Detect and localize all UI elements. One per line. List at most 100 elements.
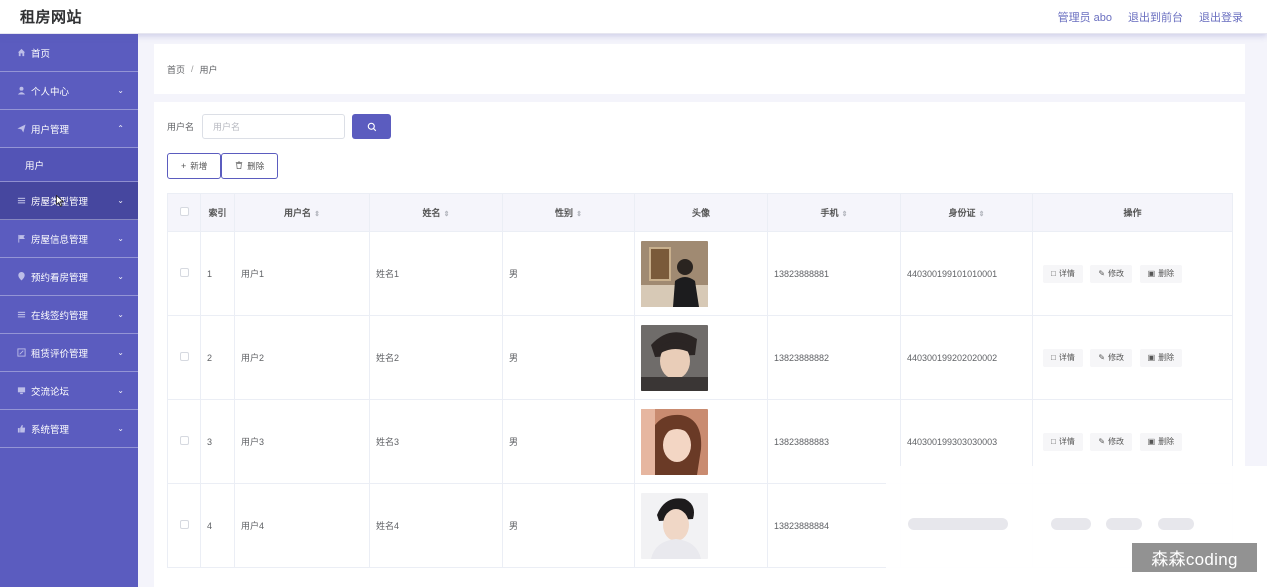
delete-button[interactable]: ▣ 删除 [1139,264,1183,283]
sidebar-subitem-users[interactable]: 用户 [0,148,138,182]
avatar-image [641,240,708,307]
sidebar-item-online-contract[interactable]: 在线签约管理 ⌄ [0,296,138,334]
plus-icon: + [181,161,187,171]
row-checkbox[interactable] [167,231,201,316]
cell-username: 用户3 [234,399,370,484]
column-header-gender[interactable]: 性别 ⇕ [502,193,635,232]
document-icon: □ [1051,269,1056,278]
sidebar-item-user-management[interactable]: 用户管理 ⌃ [0,110,138,148]
document-icon: □ [1051,353,1056,362]
cell-index: 2 [200,315,235,400]
list-icon [15,196,27,205]
cell-avatar [634,231,768,316]
top-header: 租房网站 管理员 abo 退出到前台 退出登录 [0,0,1267,34]
breadcrumb-separator: / [191,64,194,74]
sidebar-item-personal-center[interactable]: 个人中心 ⌄ [0,72,138,110]
monitor-icon [15,386,27,395]
row-checkbox[interactable] [167,399,201,484]
logout-link[interactable]: 退出登录 [1199,9,1243,25]
sidebar-item-rental-review[interactable]: 租赁评价管理 ⌄ [0,334,138,372]
cell-phone: 13823888882 [767,315,901,400]
sidebar-item-system-management[interactable]: 系统管理 ⌄ [0,410,138,448]
select-all-checkbox[interactable] [167,193,201,232]
delete-button[interactable]: ▣ 删除 [1139,348,1183,367]
cell-id-card: 440300199101010001 [900,231,1033,316]
cell-name: 姓名4 [369,483,503,568]
sort-icon[interactable]: ⇕ [979,211,985,218]
sort-icon[interactable]: ⇕ [444,211,450,218]
sort-icon[interactable]: ⇕ [576,211,582,218]
edit-icon: ✎ [1098,437,1106,446]
column-header-actions: 操作 [1032,193,1233,232]
admin-user-label[interactable]: 管理员 abo [1058,9,1112,25]
sort-icon[interactable]: ⇕ [314,211,320,218]
chevron-down-icon: ⌄ [117,310,124,319]
breadcrumb-home[interactable]: 首页 [167,63,185,76]
sidebar-subitem-label: 用户 [25,160,45,172]
action-toolbar: + 新增 删除 [167,153,279,179]
sidebar-item-house-info[interactable]: 房屋信息管理 ⌄ [0,220,138,258]
chevron-up-icon: ⌃ [117,124,124,133]
column-header-name[interactable]: 姓名 ⇕ [369,193,503,232]
sidebar-item-label: 系统管理 [31,424,70,436]
column-header-phone[interactable]: 手机 ⇕ [767,193,901,232]
sidebar-item-viewing-appointment[interactable]: 预约看房管理 ⌄ [0,258,138,296]
cell-phone: 13823888881 [767,231,901,316]
sidebar-item-label: 交流论坛 [31,386,70,398]
trash-icon: ▣ [1147,353,1156,362]
flag-icon [15,234,27,243]
trash-icon: ▣ [1147,269,1156,278]
cell-actions: □ 详情 ✎ 修改 ▣ 删除 [1032,231,1233,316]
row-checkbox[interactable] [167,483,201,568]
delete-button-label: 删除 [247,161,265,171]
delete-button[interactable]: ▣ 删除 [1139,432,1183,451]
sidebar-item-home[interactable]: 首页 [0,34,138,72]
column-header-id-card[interactable]: 身份证 ⇕ [900,193,1033,232]
back-to-front-link[interactable]: 退出到前台 [1128,9,1183,25]
trash-icon: ▣ [1147,437,1156,446]
blurred-button [1106,518,1142,530]
cell-avatar [634,483,768,568]
chevron-down-icon: ⌄ [117,272,124,281]
sidebar-item-label: 租赁评价管理 [31,348,89,360]
checkbox-icon [179,436,189,445]
column-header-avatar: 头像 [634,193,768,232]
add-button[interactable]: + 新增 [167,153,222,179]
sidebar: 首页 个人中心 ⌄ 用户管理 ⌃ 用户 房屋类型管理 ⌄ 房屋信息管理 ⌄ 预 [0,34,138,587]
cell-gender: 男 [502,399,635,484]
user-icon [15,86,27,95]
site-brand: 租房网站 [20,9,83,26]
sort-icon[interactable]: ⇕ [842,211,848,218]
blurred-button [1158,518,1194,530]
sidebar-item-label: 首页 [31,48,51,60]
edit-button[interactable]: ✎ 修改 [1090,348,1133,367]
table-row: 2 用户2 姓名2 男 13823888882 4403001992020200… [167,315,1233,400]
edit-button[interactable]: ✎ 修改 [1090,264,1133,283]
table-header-row: 索引 用户名 ⇕ 姓名 ⇕ 性别 ⇕ 头像 手机 ⇕ 身份证 ⇕ 操作 [167,193,1233,232]
chevron-down-icon: ⌄ [117,234,124,243]
edit-button[interactable]: ✎ 修改 [1090,432,1133,451]
detail-button[interactable]: □ 详情 [1043,348,1083,367]
row-checkbox[interactable] [167,315,201,400]
batch-delete-button[interactable]: 删除 [221,153,279,179]
cell-avatar [634,399,768,484]
mouse-cursor-icon [56,195,64,207]
home-icon [15,48,27,57]
column-header-username[interactable]: 用户名 ⇕ [234,193,370,232]
search-button[interactable] [352,114,392,139]
cell-phone: 13823888884 [767,483,901,568]
cell-actions: □ 详情 ✎ 修改 ▣ 删除 [1032,315,1233,400]
search-input[interactable] [202,114,346,139]
sidebar-item-forum[interactable]: 交流论坛 ⌄ [0,372,138,410]
sidebar-item-house-type[interactable]: 房屋类型管理 ⌄ [0,182,138,220]
column-header-index: 索引 [200,193,235,232]
cell-index: 4 [200,483,235,568]
list-icon [15,310,27,319]
cell-username: 用户1 [234,231,370,316]
detail-button[interactable]: □ 详情 [1043,264,1083,283]
search-icon [367,122,376,131]
watermark: 森森coding [1132,543,1257,572]
add-button-label: 新增 [190,161,208,171]
header-links: 管理员 abo 退出到前台 退出登录 [1058,9,1243,25]
detail-button[interactable]: □ 详情 [1043,432,1083,451]
